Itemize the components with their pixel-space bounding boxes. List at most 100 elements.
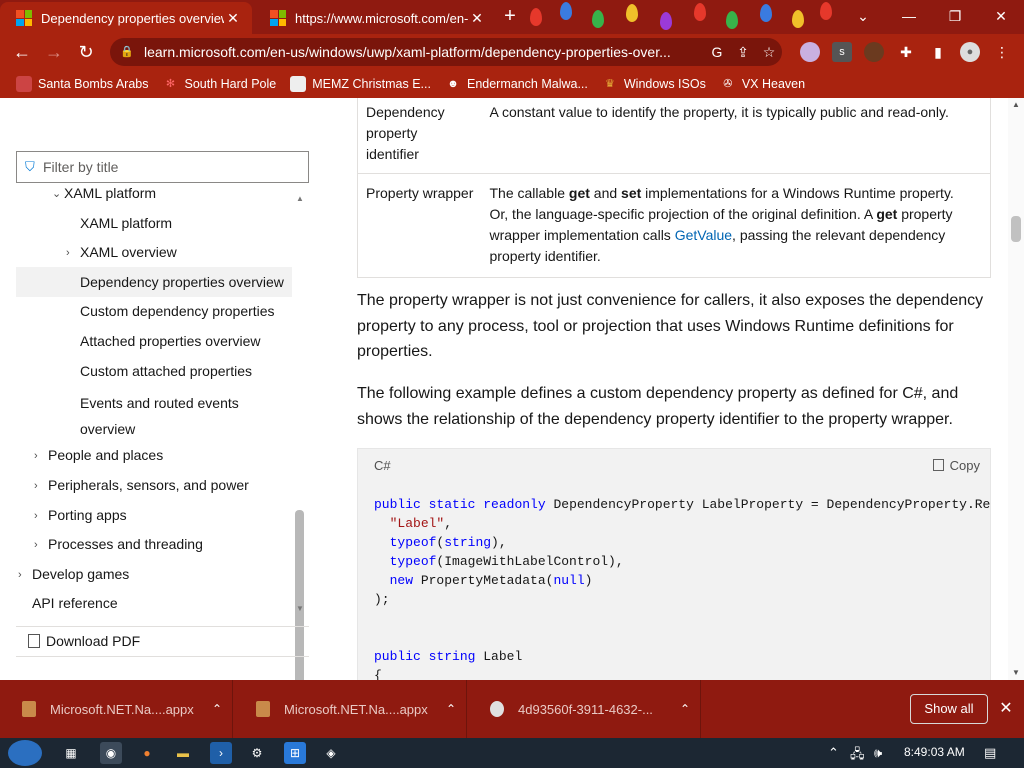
reload-button[interactable]: ↻ [74, 40, 98, 64]
settings-gear-icon[interactable]: ⚙ [246, 742, 268, 764]
bookmark-icon [290, 76, 307, 92]
package-icon [22, 701, 36, 717]
bookmark-icon: ♛ [604, 78, 615, 90]
toc-item-processes-threading[interactable]: › Processes and threading [16, 534, 292, 560]
minimize-button[interactable]: — [894, 4, 924, 28]
url-text[interactable]: learn.microsoft.com/en-us/windows/uwp/xa… [144, 44, 704, 60]
profile-avatar[interactable]: ● [960, 42, 980, 62]
forward-button[interactable]: → [42, 40, 66, 64]
chevron-right-icon: › [34, 450, 38, 462]
code-line: typeof(ImageWithLabelControl), [389, 554, 624, 569]
extension-icon[interactable] [800, 42, 820, 62]
bookmark-item[interactable]: ✻ South Hard Pole [162, 76, 276, 92]
code-content[interactable]: public static readonly DependencyPropert… [358, 481, 990, 680]
code-line: { [374, 668, 382, 680]
firefox-icon[interactable]: ● [136, 742, 158, 764]
chevron-up-icon[interactable]: ⌃ [436, 702, 466, 716]
start-button[interactable] [8, 740, 42, 766]
bookmark-star-icon[interactable]: ☆ [756, 44, 782, 61]
download-item[interactable]: Microsoft.NET.Na....appx ⌃ [0, 680, 233, 738]
powershell-icon[interactable]: › [210, 742, 232, 764]
download-item[interactable]: 4d93560f-3911-4632-... ⌃ [468, 680, 701, 738]
filter-icon: ⛉ [25, 159, 35, 174]
chevron-up-icon[interactable]: ⌃ [202, 702, 232, 716]
tab-dependency-properties[interactable]: Dependency properties overview ✕ [0, 2, 252, 34]
task-view-icon[interactable]: ▦ [60, 742, 82, 764]
network-icon[interactable]: 🖧 [850, 745, 865, 767]
page-scroll-thumb[interactable] [1011, 216, 1021, 242]
close-icon[interactable]: ✕ [996, 698, 1016, 718]
bookmark-item[interactable]: ✇ VX Heaven [720, 76, 805, 92]
divider [16, 656, 309, 657]
clock[interactable]: 8:49:03 AM [904, 745, 965, 759]
scroll-up-icon[interactable]: ▲ [296, 194, 304, 203]
page-scrollbar[interactable]: ▲ ▼ [1008, 98, 1024, 680]
page-viewport: ⛉ ⌄XAML platform XAML platform ›XAML ove… [0, 98, 1024, 680]
package-icon [256, 701, 270, 717]
volume-icon[interactable]: 🕪 [874, 745, 882, 761]
windows-store-icon[interactable]: ⊞ [284, 742, 306, 764]
scroll-down-icon[interactable]: ▼ [1012, 668, 1020, 677]
extension-icon[interactable]: s [832, 42, 852, 62]
toc-item-custom-attached-properties[interactable]: Custom attached properties [16, 361, 292, 387]
scroll-up-icon[interactable]: ▲ [1012, 100, 1020, 109]
show-all-button[interactable]: Show all [910, 694, 988, 724]
divider [16, 626, 309, 627]
toc-scroll-thumb[interactable] [295, 510, 304, 680]
back-button[interactable]: ← [10, 40, 34, 64]
share-icon[interactable]: ⇪ [730, 44, 756, 61]
bookmark-icon: ✻ [165, 78, 176, 90]
notification-icon[interactable]: ▤ [984, 745, 996, 761]
tab-title: https://www.microsoft.com/en-us [295, 10, 468, 26]
toc-item-porting-apps[interactable]: › Porting apps [16, 505, 292, 531]
toc-item-xaml-platform-group[interactable]: ⌄ XAML platform [16, 186, 292, 209]
toc-item-xaml-platform[interactable]: XAML platform [16, 213, 292, 239]
tab-title: Dependency properties overview [41, 10, 224, 26]
filter-box[interactable]: ⛉ [16, 151, 309, 183]
tab-search-button[interactable]: ⌄ [848, 4, 878, 28]
toc-item-attached-properties[interactable]: Attached properties overview [16, 331, 292, 357]
bookmark-item[interactable]: ☻ Endermanch Malwa... [445, 76, 588, 92]
profile-extension-icon[interactable] [864, 42, 884, 62]
table-cell-term: Property wrapper [357, 173, 482, 278]
menu-kebab-icon[interactable]: ⋮ [992, 42, 1012, 62]
toc-item-dependency-properties[interactable]: Dependency properties overview [16, 267, 292, 297]
toc-item-develop-games[interactable]: › Develop games [16, 564, 292, 590]
address-bar[interactable]: 🔒 learn.microsoft.com/en-us/windows/uwp/… [110, 38, 782, 66]
bookmark-item[interactable]: MEMZ Christmas E... [290, 76, 431, 92]
download-pdf-link[interactable]: Download PDF [28, 633, 140, 649]
side-panel-icon[interactable]: ▮ [928, 42, 948, 62]
toc-item-custom-dependency-properties[interactable]: Custom dependency properties [16, 301, 292, 327]
toc-item-peripherals[interactable]: › Peripherals, sensors, and power [16, 475, 292, 501]
restore-button[interactable]: ❐ [940, 4, 970, 28]
lock-icon[interactable]: 🔒 [120, 45, 134, 59]
close-icon[interactable]: ✕ [224, 10, 242, 27]
toc-item-people-places[interactable]: › People and places [16, 445, 292, 471]
chevron-right-icon: › [66, 247, 70, 259]
toc-item-api-reference[interactable]: API reference [16, 593, 292, 616]
bookmark-item[interactable]: ♛ Windows ISOs [602, 76, 706, 92]
new-tab-button[interactable]: + [500, 6, 520, 26]
code-block: C# Copy public static readonly Dependenc… [357, 448, 991, 680]
extensions-puzzle-icon[interactable]: ✚ [896, 42, 916, 62]
close-icon[interactable]: ✕ [468, 10, 486, 27]
google-icon[interactable]: G [704, 44, 730, 60]
download-item[interactable]: Microsoft.NET.Na....appx ⌃ [234, 680, 467, 738]
scroll-down-icon[interactable]: ▼ [296, 604, 304, 613]
toc-scrollbar[interactable]: ▲ ▼ [293, 190, 307, 680]
bookmark-item[interactable]: Santa Bombs Arabs [16, 76, 148, 92]
app-icon[interactable]: ◈ [320, 742, 342, 764]
chevron-up-icon[interactable]: ⌃ [828, 745, 839, 761]
chrome-icon[interactable]: ◉ [100, 742, 122, 764]
file-explorer-icon[interactable]: ▬ [172, 742, 194, 764]
toc-item-xaml-overview[interactable]: › XAML overview [16, 242, 292, 268]
chevron-right-icon: › [18, 569, 22, 581]
chevron-up-icon[interactable]: ⌃ [670, 702, 700, 716]
tab-microsoft[interactable]: https://www.microsoft.com/en-us ✕ [254, 2, 496, 34]
filter-input[interactable] [43, 159, 308, 175]
window-close-button[interactable]: ✕ [986, 4, 1016, 28]
getvalue-link[interactable]: GetValue [675, 227, 732, 243]
windows-taskbar: ▦ ◉ ● ▬ › ⚙ ⊞ ◈ ⌃ 🖧 🕪 8:49:03 AM ▤ [0, 738, 1024, 768]
toc-item-events-routed[interactable]: Events and routed events overview [16, 390, 292, 438]
copy-button[interactable]: Copy [932, 458, 980, 473]
